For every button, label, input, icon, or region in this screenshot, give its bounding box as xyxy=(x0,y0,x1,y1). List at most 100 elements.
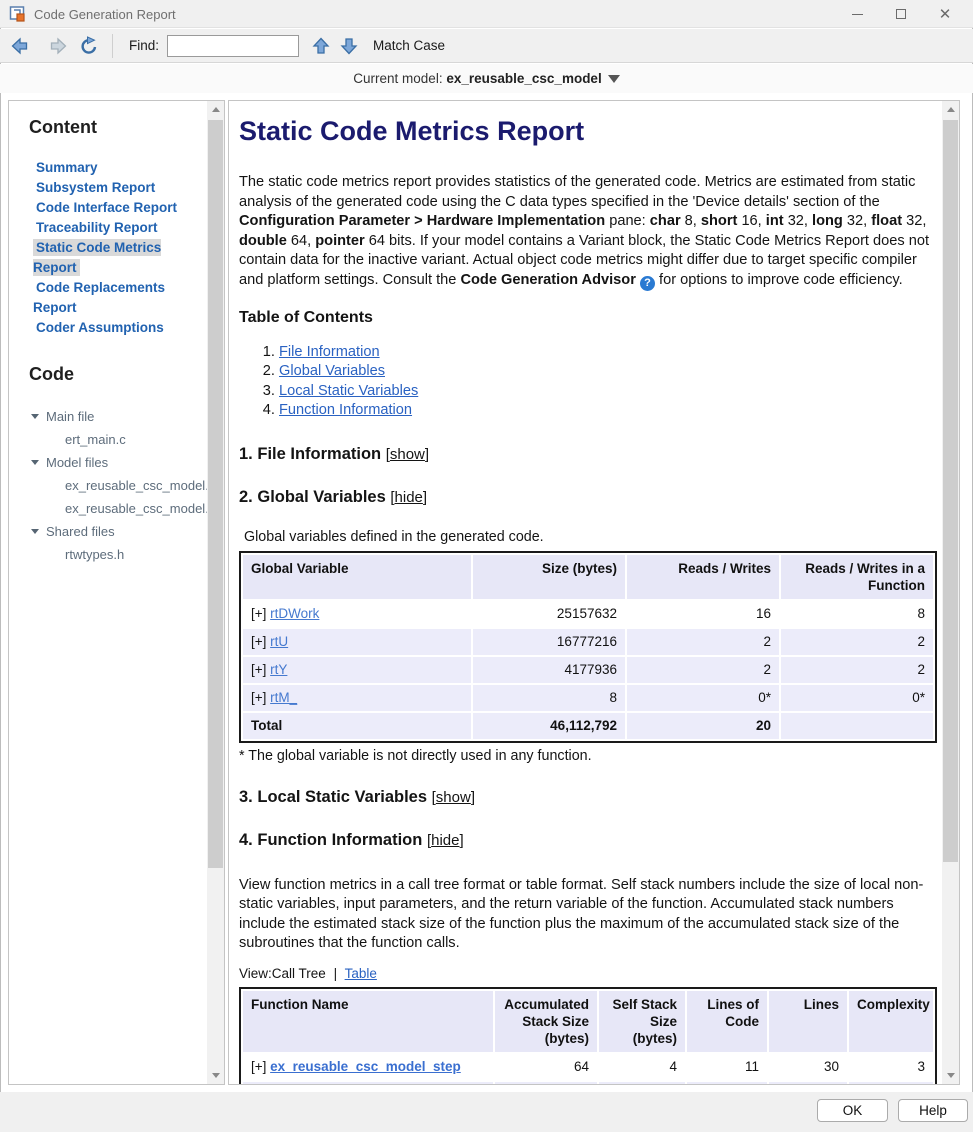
table-header-row: Global Variable Size (bytes) Reads / Wri… xyxy=(243,555,933,599)
tree-group-shared-files[interactable]: Shared files xyxy=(31,520,200,543)
expand-icon[interactable]: [+] xyxy=(251,606,270,621)
title-bar: Code Generation Report ✕ xyxy=(0,0,973,28)
scroll-up-icon[interactable] xyxy=(942,101,959,118)
variable-link-rtu[interactable]: rtU xyxy=(270,634,288,649)
table-cell: 3 xyxy=(849,1054,933,1080)
toc-link-function-information[interactable]: Function Information xyxy=(279,402,412,418)
contents-sidebar: Content Summary Subsystem Report Code Inte… xyxy=(8,100,225,1085)
table-view-link[interactable]: Table xyxy=(345,966,377,981)
find-previous-icon[interactable] xyxy=(311,36,331,56)
column-header: Self Stack Size (bytes) xyxy=(599,991,685,1052)
scroll-down-icon[interactable] xyxy=(942,1067,959,1084)
toc-link-local-static-variables[interactable]: Local Static Variables xyxy=(279,383,418,399)
intro-paragraph: The static code metrics report provides … xyxy=(239,173,941,291)
table-cell: 8 xyxy=(781,601,933,627)
code-file-tree: Main fileert_main.cModel filesex_reusabl… xyxy=(21,405,200,566)
table-cell: 20 xyxy=(627,713,779,739)
match-case-option[interactable]: Match Case xyxy=(373,38,445,53)
scrollbar-thumb[interactable] xyxy=(208,120,223,868)
toc-item: Local Static Variables xyxy=(279,382,941,402)
table-of-contents: File Information Global Variables Local St… xyxy=(263,343,941,421)
forward-icon[interactable] xyxy=(44,36,68,56)
table-header-row: Function Name Accumulated Stack Size (by… xyxy=(243,991,933,1052)
view-switcher: View:Call Tree | Table xyxy=(239,966,941,981)
hide-function-information-link[interactable]: hide xyxy=(431,832,459,849)
maximize-icon[interactable] xyxy=(879,0,923,28)
sidebar-item-summary[interactable]: Summary xyxy=(33,159,101,176)
tree-group-model-files[interactable]: Model files xyxy=(31,451,200,474)
main-scrollbar[interactable] xyxy=(942,101,959,1084)
table-cell: 4177936 xyxy=(473,657,625,683)
show-file-information-link[interactable]: show xyxy=(390,446,425,463)
hide-global-variables-link[interactable]: hide xyxy=(395,489,423,506)
table-cell: 0* xyxy=(627,685,779,711)
table-row: [+] rtM_80*0* xyxy=(243,685,933,711)
current-model-name[interactable]: ex_reusable_csc_model xyxy=(446,71,601,86)
variable-link-rty[interactable]: rtY xyxy=(270,662,287,677)
toc-item: Global Variables xyxy=(279,362,941,382)
tree-file-ert-main-c[interactable]: ert_main.c xyxy=(65,428,200,451)
minimize-icon[interactable] xyxy=(835,0,879,28)
function-link-ex-reusable-csc-model-step[interactable]: ex_reusable_csc_model_step xyxy=(270,1059,461,1074)
sidebar-scrollbar[interactable] xyxy=(207,101,224,1084)
close-icon[interactable]: ✕ xyxy=(923,0,967,28)
column-header: Global Variable xyxy=(243,555,471,599)
sidebar-item-traceability-report[interactable]: Traceability Report xyxy=(33,219,161,236)
expand-icon[interactable]: [+] xyxy=(251,634,270,649)
find-next-icon[interactable] xyxy=(339,36,359,56)
table-cell: 2 xyxy=(627,629,779,655)
table-cell xyxy=(781,713,933,739)
expand-icon[interactable]: [+] xyxy=(251,1059,270,1074)
expand-icon[interactable]: [+] xyxy=(251,662,270,677)
table-footnote: * The global variable is not directly us… xyxy=(239,748,941,764)
sidebar-item-subsystem-report[interactable]: Subsystem Report xyxy=(33,179,158,196)
ok-button[interactable]: OK xyxy=(817,1099,888,1122)
scrollbar-thumb[interactable] xyxy=(943,120,958,862)
table-cell: Total xyxy=(243,713,471,739)
table-cell: 0 xyxy=(687,1082,767,1085)
toc-link-global-variables[interactable]: Global Variables xyxy=(279,363,385,379)
help-icon[interactable]: ? xyxy=(640,276,655,291)
column-header: Lines of Code xyxy=(687,991,767,1052)
section-function-information: 4. Function Information [hide] xyxy=(239,831,941,850)
show-local-static-variables-link[interactable]: show xyxy=(436,789,471,806)
table-cell: 2 xyxy=(781,657,933,683)
refresh-icon[interactable] xyxy=(78,36,100,56)
table-row: [+] rtU1677721622 xyxy=(243,629,933,655)
tree-file-rtwtypes-h[interactable]: rtwtypes.h xyxy=(65,543,200,566)
variable-link-rtdwork[interactable]: rtDWork xyxy=(270,606,319,621)
tree-file-ex-reusable-csc-model-c[interactable]: ex_reusable_csc_model.c xyxy=(65,474,200,497)
section-local-static-variables: 3. Local Static Variables [show] xyxy=(239,788,941,807)
caret-down-icon[interactable] xyxy=(608,75,620,83)
caret-down-icon[interactable] xyxy=(31,529,39,534)
sidebar-item-static-code-metrics-report[interactable]: Static Code Metrics Report xyxy=(33,239,161,276)
caret-down-icon[interactable] xyxy=(31,460,39,465)
table-cell: 30 xyxy=(769,1054,847,1080)
toolbar-separator xyxy=(112,34,113,58)
sidebar-item-code-replacements-report[interactable]: Code Replacements Report xyxy=(33,279,165,316)
toc-item: File Information xyxy=(279,343,941,363)
code-heading: Code xyxy=(29,364,200,385)
table-row: [+] rtDWork25157632168 xyxy=(243,601,933,627)
toc-link-file-information[interactable]: File Information xyxy=(279,344,380,360)
function-information-table: Function Name Accumulated Stack Size (by… xyxy=(239,987,937,1085)
global-variables-caption: Global variables defined in the generate… xyxy=(244,529,941,545)
caret-down-icon[interactable] xyxy=(31,414,39,419)
report-main-panel: Static Code Metrics Report The static co… xyxy=(228,100,960,1085)
find-input[interactable] xyxy=(167,35,299,57)
content-heading: Content xyxy=(29,117,200,138)
column-header: Reads / Writes xyxy=(627,555,779,599)
scroll-down-icon[interactable] xyxy=(207,1067,224,1084)
tree-file-ex-reusable-csc-model-h[interactable]: ex_reusable_csc_model.h xyxy=(65,497,200,520)
scroll-up-icon[interactable] xyxy=(207,101,224,118)
tree-group-main-file[interactable]: Main file xyxy=(31,405,200,428)
table-row: [+] rtY417793622 xyxy=(243,657,933,683)
expand-icon[interactable]: [+] xyxy=(251,690,270,705)
table-row: [+] ex_reusable_csc_model_step64411303 xyxy=(243,1054,933,1080)
sidebar-item-code-interface-report[interactable]: Code Interface Report xyxy=(33,199,180,216)
help-button[interactable]: Help xyxy=(898,1099,968,1122)
sidebar-item-coder-assumptions[interactable]: Coder Assumptions xyxy=(33,319,167,336)
table-cell: 0* xyxy=(781,685,933,711)
variable-link-rtm[interactable]: rtM_ xyxy=(270,690,297,705)
back-icon[interactable] xyxy=(10,36,34,56)
